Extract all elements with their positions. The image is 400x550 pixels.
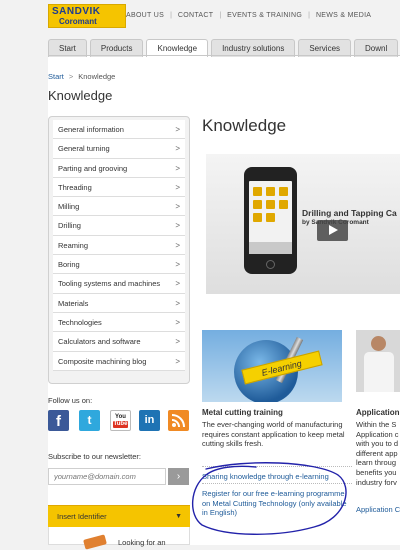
insert-identifier-label: Insert Identifier <box>57 512 107 521</box>
sidebar-item-label: Reaming <box>58 240 89 250</box>
application-line: different app <box>356 448 398 458</box>
sidebar-item-label: Drilling <box>58 221 81 231</box>
follow-us-label: Follow us on: <box>48 396 93 405</box>
chevron-right-icon: > <box>175 260 180 270</box>
breadcrumb-separator: > <box>68 72 74 81</box>
play-icon[interactable] <box>317 220 348 241</box>
sandvik-logo[interactable]: SANDVIK Coromant <box>48 4 126 28</box>
events-training-link[interactable]: EVENTS & TRAINING <box>227 12 302 19</box>
sidebar-item-general-turning[interactable]: General turning > <box>53 139 185 159</box>
logo-line2: Coromant <box>59 17 97 26</box>
application-line: industry forv <box>356 477 397 487</box>
person-head <box>371 336 386 351</box>
sidebar-item-composite-blog[interactable]: Composite machining blog > <box>53 351 185 371</box>
sidebar-item-label: Milling <box>58 202 80 212</box>
sidebar-item-boring[interactable]: Boring > <box>53 255 185 275</box>
application-line: benefits you <box>356 467 397 477</box>
sidebar-item-label: Boring <box>58 260 80 270</box>
sidebar-item-materials[interactable]: Materials > <box>53 293 185 313</box>
application-title: Application <box>356 408 400 417</box>
phone-home-button <box>266 260 275 269</box>
chevron-right-icon: > <box>175 317 180 327</box>
sidebar-item-general-information[interactable]: General information > <box>53 120 185 140</box>
youtube-text-tube: Tube <box>113 421 128 428</box>
top-links: ABOUT US | CONTACT | EVENTS & TRAINING | NEWS … <box>126 12 372 19</box>
application-line: Application c <box>356 429 399 439</box>
twitter-icon[interactable]: t <box>79 410 100 431</box>
chevron-down-icon: ▼ <box>175 513 182 520</box>
sidebar-item-label: General information <box>58 125 124 134</box>
hero-title: Drilling and Tapping Ca <box>302 208 397 218</box>
application-center-link[interactable]: Application C <box>356 505 400 514</box>
sidebar-item-parting-grooving[interactable]: Parting and grooving > <box>53 158 185 178</box>
linkedin-icon[interactable]: in <box>139 410 160 431</box>
chevron-right-icon: > <box>175 144 180 154</box>
smartphone-image <box>244 167 297 274</box>
chevron-right-icon: > <box>175 279 180 289</box>
sidebar-item-label: Calculators and software <box>58 337 141 347</box>
sidebar-item-technologies[interactable]: Technologies > <box>53 312 185 333</box>
contact-link[interactable]: CONTACT <box>178 12 213 19</box>
sidebar-item-label: Composite machining blog <box>58 356 147 366</box>
breadcrumb: Start > Knowledge <box>48 72 115 81</box>
chevron-right-icon: > <box>175 182 180 192</box>
newsletter-label: Subscribe to our newsletter: <box>48 452 141 461</box>
chevron-right-icon: > <box>175 240 180 250</box>
identifier-panel: Looking for an <box>48 527 190 550</box>
application-image[interactable] <box>356 330 400 392</box>
hand-drawn-annotation-circle <box>191 462 347 535</box>
page-title: Knowledge <box>48 88 113 103</box>
tool-thumbnail <box>83 534 107 550</box>
chevron-right-icon: > <box>175 337 180 347</box>
sidebar-item-label: Tooling systems and machines <box>58 279 161 289</box>
sidebar-item-label: General turning <box>58 144 110 154</box>
application-line: learn throug <box>356 458 397 468</box>
logo-line1: SANDVIK <box>52 6 101 17</box>
application-description: Within the S Application c with you to d… <box>356 420 400 487</box>
sidebar-item-milling[interactable]: Milling > <box>53 197 185 217</box>
youtube-icon[interactable]: You Tube <box>110 410 131 431</box>
newsletter-email-input[interactable] <box>48 468 166 485</box>
chevron-right-icon: > <box>175 202 180 212</box>
elearning-image[interactable]: E-learning <box>202 330 342 402</box>
insert-identifier-dropdown[interactable]: Insert Identifier ▼ <box>48 505 190 527</box>
sidebar-item-reaming[interactable]: Reaming > <box>53 235 185 256</box>
sidebar-item-drilling[interactable]: Drilling > <box>53 216 185 236</box>
chevron-right-icon: > <box>175 221 180 231</box>
breadcrumb-current: Knowledge <box>78 72 116 81</box>
tab-divider <box>48 55 400 56</box>
main-heading: Knowledge <box>202 116 287 135</box>
metal-cutting-training-title: Metal cutting training <box>202 408 283 417</box>
application-line: Within the S <box>356 420 397 429</box>
rss-icon[interactable] <box>168 410 189 431</box>
youtube-text-you: You <box>115 414 126 420</box>
chevron-right-icon: > <box>175 298 180 308</box>
news-media-link[interactable]: NEWS & MEDIA <box>316 12 371 19</box>
identifier-panel-text: Looking for an <box>118 538 166 547</box>
facebook-icon[interactable]: f <box>48 410 69 431</box>
breadcrumb-start-link[interactable]: Start <box>48 72 64 81</box>
hero-video[interactable]: Drilling and Tapping Ca by Sandvik Corom… <box>206 154 400 294</box>
chevron-right-icon: > <box>175 356 180 366</box>
phone-screen <box>249 181 292 254</box>
sidebar-item-tooling-systems[interactable]: Tooling systems and machines > <box>53 274 185 294</box>
sidebar-item-label: Materials <box>58 298 89 308</box>
sidebar-item-calculators[interactable]: Calculators and software > <box>53 332 185 352</box>
person-body <box>364 352 394 392</box>
application-line: with you to d <box>356 439 399 449</box>
sidebar-item-threading[interactable]: Threading > <box>53 177 185 198</box>
about-us-link[interactable]: ABOUT US <box>126 12 164 19</box>
main-nav-tabs: Start Products Knowledge Industry solutions… <box>48 38 400 57</box>
metal-cutting-training-description: The ever-changing world of manufacturing… <box>202 420 345 449</box>
sidebar-item-label: Threading <box>58 182 92 192</box>
sidebar-menu: General information > General turning > Pa… <box>48 116 190 384</box>
sidebar-item-label: Technologies <box>58 317 102 327</box>
chevron-right-icon: > <box>175 163 180 173</box>
sidebar-item-label: Parting and grooving <box>58 163 128 173</box>
chevron-right-icon: > <box>175 125 180 134</box>
